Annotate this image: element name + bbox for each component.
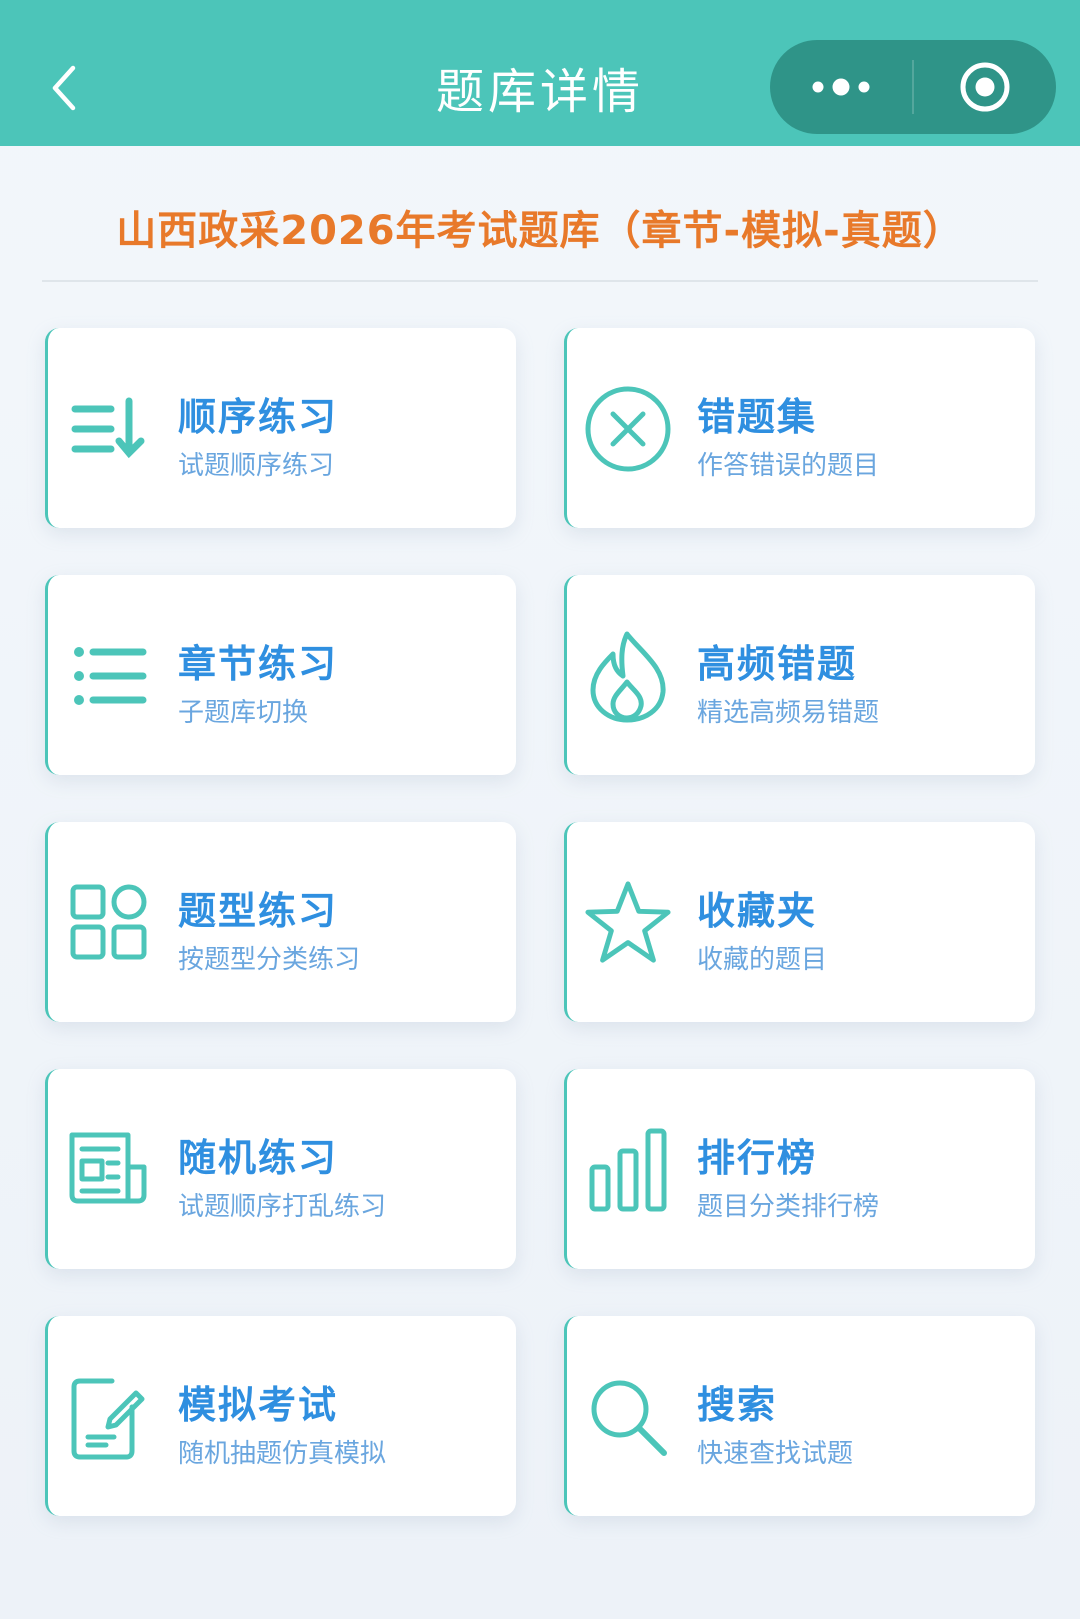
wrong-questions-card[interactable]: 错题集 作答错误的题目 bbox=[564, 328, 1035, 528]
card-subtitle: 随机抽题仿真模拟 bbox=[178, 1439, 387, 1469]
sort-list-icon bbox=[71, 397, 145, 459]
card-title: 搜索 bbox=[697, 1383, 778, 1427]
card-subtitle: 精选高频易错题 bbox=[697, 698, 880, 728]
favorites-card[interactable]: 收藏夹 收藏的题目 bbox=[564, 822, 1035, 1022]
sequential-practice-card[interactable]: 顺序练习 试题顺序练习 bbox=[45, 328, 516, 528]
star-icon bbox=[585, 881, 671, 963]
card-subtitle: 试题顺序练习 bbox=[178, 451, 335, 481]
grid-apps-icon bbox=[70, 884, 147, 960]
navigation-bar: 题库详情 bbox=[0, 0, 1080, 146]
mini-program-capsule bbox=[770, 40, 1056, 134]
newspaper-icon bbox=[69, 1132, 147, 1204]
divider bbox=[42, 280, 1038, 282]
chapter-practice-card[interactable]: 章节练习 子题库切换 bbox=[45, 575, 516, 775]
card-subtitle: 作答错误的题目 bbox=[697, 451, 880, 481]
question-type-practice-card[interactable]: 题型练习 按题型分类练习 bbox=[45, 822, 516, 1022]
record-circle-icon bbox=[960, 62, 1010, 112]
card-title: 收藏夹 bbox=[697, 889, 818, 933]
search-icon bbox=[591, 1380, 667, 1456]
mock-exam-card[interactable]: 模拟考试 随机抽题仿真模拟 bbox=[45, 1316, 516, 1516]
feature-grid: 顺序练习 试题顺序练习 错题集 作答错误的题目 章节练习 子题库切换 高频错题 … bbox=[45, 328, 1037, 1516]
close-circle-icon bbox=[585, 386, 671, 472]
question-bank-title: 山西政采2026年考试题库（章节-模拟-真题） bbox=[116, 208, 964, 254]
random-practice-card[interactable]: 随机练习 试题顺序打乱练习 bbox=[45, 1069, 516, 1269]
card-subtitle: 题目分类排行榜 bbox=[697, 1192, 880, 1222]
card-subtitle: 试题顺序打乱练习 bbox=[178, 1192, 387, 1222]
card-title: 题型练习 bbox=[178, 889, 339, 933]
card-title: 高频错题 bbox=[697, 642, 858, 686]
card-title: 章节练习 bbox=[178, 642, 339, 686]
close-program-button[interactable] bbox=[914, 40, 1056, 134]
card-title: 顺序练习 bbox=[178, 395, 339, 439]
search-card[interactable]: 搜索 快速查找试题 bbox=[564, 1316, 1035, 1516]
list-icon bbox=[74, 647, 147, 705]
card-subtitle: 收藏的题目 bbox=[697, 945, 828, 975]
card-title: 模拟考试 bbox=[178, 1383, 339, 1427]
more-dots-icon bbox=[812, 78, 870, 96]
bar-chart-icon bbox=[589, 1128, 667, 1212]
flame-icon bbox=[590, 631, 666, 723]
high-frequency-errors-card[interactable]: 高频错题 精选高频易错题 bbox=[564, 575, 1035, 775]
edit-document-icon bbox=[71, 1378, 145, 1460]
card-subtitle: 子题库切换 bbox=[178, 698, 309, 728]
card-title: 错题集 bbox=[697, 395, 818, 439]
leaderboard-card[interactable]: 排行榜 题目分类排行榜 bbox=[564, 1069, 1035, 1269]
card-subtitle: 按题型分类练习 bbox=[178, 945, 361, 975]
more-button[interactable] bbox=[770, 40, 912, 134]
card-subtitle: 快速查找试题 bbox=[697, 1439, 854, 1469]
card-title: 排行榜 bbox=[697, 1136, 818, 1180]
card-title: 随机练习 bbox=[178, 1136, 339, 1180]
